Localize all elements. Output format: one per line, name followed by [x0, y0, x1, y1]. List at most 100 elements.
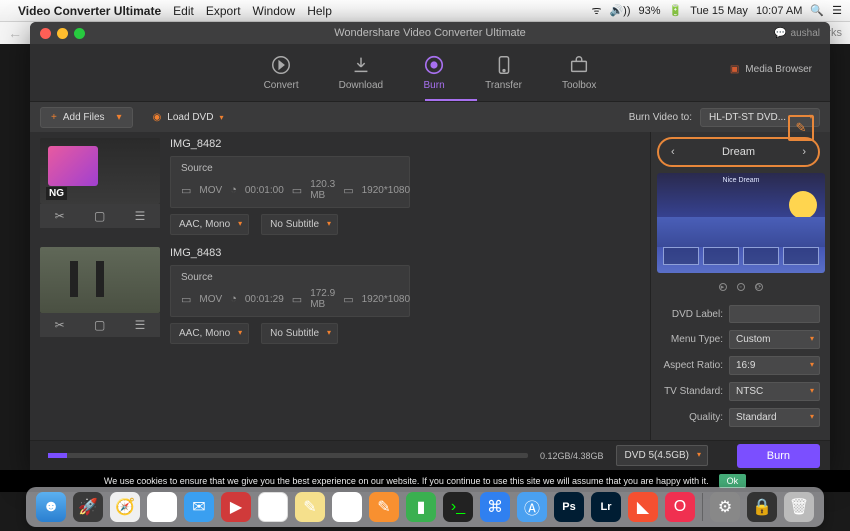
pager-dot[interactable]: ◦	[737, 283, 745, 291]
capacity-bar	[48, 453, 528, 458]
cookie-text: We use cookies to ensure that we give yo…	[104, 476, 709, 486]
dock-numbers[interactable]: ▮	[406, 492, 436, 522]
account-label[interactable]: 💬 aushal	[774, 28, 820, 39]
tab-toolbox[interactable]: Toolbox	[562, 54, 596, 91]
preview-pager[interactable]: ▸ ◦ ⟳	[651, 283, 830, 291]
load-dvd-button[interactable]: ◉ Load DVD ▾	[143, 108, 234, 127]
quality-select[interactable]: Standard	[729, 408, 820, 427]
trim-icon[interactable]: ✂	[55, 209, 65, 223]
menu-help[interactable]: Help	[307, 4, 332, 18]
menu-window[interactable]: Window	[253, 4, 296, 18]
burn-button[interactable]: Burn	[737, 444, 820, 468]
dock-lock[interactable]: 🔒	[747, 492, 777, 522]
dock-pages[interactable]: ✎	[369, 492, 399, 522]
menubar-app-name[interactable]: Video Converter Ultimate	[18, 4, 161, 18]
convert-icon	[270, 54, 292, 76]
dock-trash[interactable]: 🗑	[784, 492, 814, 522]
pager-dot[interactable]: ⟳	[755, 283, 763, 291]
volume-icon[interactable]: 🔊))	[609, 4, 630, 17]
trim-icon[interactable]: ✂	[55, 318, 65, 332]
media-browser-icon: ▣	[730, 64, 739, 75]
quality-label: Quality:	[661, 412, 723, 423]
transfer-icon	[493, 54, 515, 76]
dock-mail[interactable]: ✉	[184, 492, 214, 522]
dock-app[interactable]: ⌘	[480, 492, 510, 522]
tv-standard-select[interactable]: NTSC	[729, 382, 820, 401]
menubar-time[interactable]: 10:07 AM	[756, 5, 802, 17]
dvd-settings: DVD Label: Menu Type: Custom Aspect Rati…	[651, 299, 830, 433]
dock-calendar[interactable]: 15	[258, 492, 288, 522]
dock-chrome[interactable]: ◉	[147, 492, 177, 522]
burn-to-label: Burn Video to:	[629, 112, 692, 123]
clip-row: ✂ ▢ ☰ IMG_8483 Source ▭MOV ◔00:01:29 ▭17…	[30, 241, 650, 350]
disc-type-select[interactable]: DVD 5(4.5GB)	[616, 445, 708, 466]
subtitle-select[interactable]: No Subtitle	[261, 323, 338, 344]
aspect-ratio-select[interactable]: 16:9	[729, 356, 820, 375]
dvd-label-label: DVD Label:	[661, 309, 723, 320]
dock-finder[interactable]: ☻	[36, 492, 66, 522]
close-window-icon[interactable]	[40, 28, 51, 39]
menu-type-select[interactable]: Custom	[729, 330, 820, 349]
burn-icon	[423, 54, 445, 76]
dock-reminders[interactable]: ☰	[332, 492, 362, 522]
next-template-icon[interactable]: ›	[802, 146, 806, 158]
menu-export[interactable]: Export	[206, 4, 241, 18]
tab-download[interactable]: Download	[339, 54, 383, 91]
dock-brave[interactable]: ◣	[628, 492, 658, 522]
menu-preview[interactable]: Nice Dream	[657, 173, 825, 273]
clock-icon: ◔	[230, 184, 237, 196]
resolution-icon: ▭	[343, 184, 353, 197]
cookie-ok-button[interactable]: Ok	[719, 474, 747, 488]
dock-opera[interactable]: O	[665, 492, 695, 522]
maximize-window-icon[interactable]	[74, 28, 85, 39]
clip-thumbnail[interactable]	[40, 247, 160, 313]
menu-edit[interactable]: Edit	[173, 4, 194, 18]
add-files-button[interactable]: + Add Files ▾	[40, 107, 133, 128]
crop-icon[interactable]: ▢	[94, 209, 105, 223]
dock-wondershare[interactable]: ▶	[221, 492, 251, 522]
effects-icon[interactable]: ☰	[135, 209, 146, 223]
dock-divider	[702, 493, 703, 521]
wifi-icon[interactable]: ᯤ	[591, 3, 601, 18]
clip-name: IMG_8483	[170, 247, 640, 259]
clip-thumbnail[interactable]	[40, 138, 160, 204]
template-nav: ‹ Dream ›	[657, 137, 820, 167]
tab-transfer[interactable]: Transfer	[485, 54, 522, 91]
dock-settings[interactable]: ⚙	[710, 492, 740, 522]
toolbox-icon	[568, 54, 590, 76]
dock-safari[interactable]: 🧭	[110, 492, 140, 522]
edit-template-button[interactable]: ✎	[788, 115, 814, 141]
menu-extras-icon[interactable]: ☰	[832, 4, 842, 17]
media-browser-link[interactable]: ▣ Media Browser	[730, 64, 812, 75]
back-arrow-icon[interactable]: ←	[8, 25, 22, 41]
audio-select[interactable]: AAC, Mono	[170, 323, 249, 344]
dock-terminal[interactable]: ›_	[443, 492, 473, 522]
tab-convert[interactable]: Convert	[264, 54, 299, 91]
effects-icon[interactable]: ☰	[135, 318, 146, 332]
clip-list: ✂ ▢ ☰ IMG_8482 Source ▭MOV ◔00:01:00 ▭12…	[30, 132, 650, 440]
tab-burn[interactable]: Burn	[423, 54, 445, 91]
subtitle-select[interactable]: No Subtitle	[261, 214, 338, 235]
pager-dot[interactable]: ▸	[719, 283, 727, 291]
bottom-bar: 0.12GB/4.38GB DVD 5(4.5GB) Burn	[30, 440, 830, 470]
dock-notes[interactable]: ✎	[295, 492, 325, 522]
crop-icon[interactable]: ▢	[94, 318, 105, 332]
menubar-date[interactable]: Tue 15 May	[690, 5, 748, 17]
dock-lightroom[interactable]: Lr	[591, 492, 621, 522]
prev-template-icon[interactable]: ‹	[671, 146, 675, 158]
dvd-label-input[interactable]	[729, 305, 820, 323]
chevron-down-icon: ▾	[219, 113, 223, 122]
clock-icon: ◔	[230, 293, 237, 305]
plus-icon: +	[51, 112, 57, 123]
resolution-icon: ▭	[343, 293, 353, 306]
menu-type-label: Menu Type:	[661, 334, 723, 345]
dock-photoshop[interactable]: Ps	[554, 492, 584, 522]
dock-appstore[interactable]: Ⓐ	[517, 492, 547, 522]
disc-icon: ◉	[153, 112, 162, 123]
minimize-window-icon[interactable]	[57, 28, 68, 39]
search-icon[interactable]: 🔍	[810, 4, 824, 17]
titlebar: Wondershare Video Converter Ultimate 💬 a…	[30, 22, 830, 44]
app-window: Wondershare Video Converter Ultimate 💬 a…	[30, 22, 830, 470]
dock-launchpad[interactable]: 🚀	[73, 492, 103, 522]
audio-select[interactable]: AAC, Mono	[170, 214, 249, 235]
